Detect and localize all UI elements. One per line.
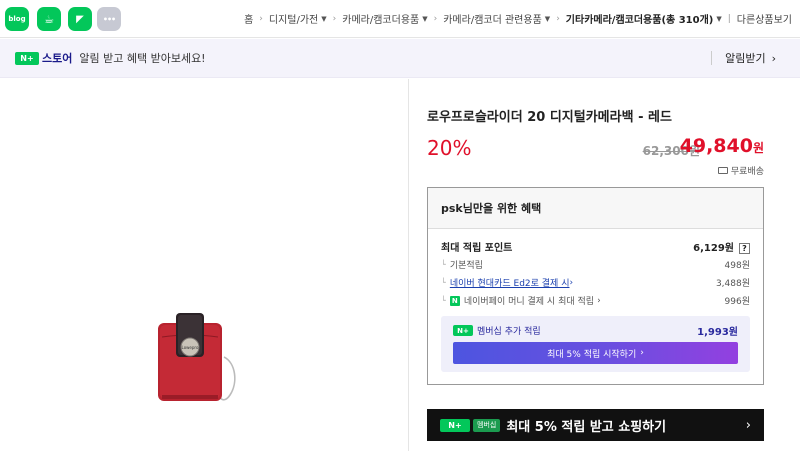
divider	[711, 51, 712, 65]
chevron-right-icon: ›	[597, 295, 601, 306]
caret-down-icon: ▼	[716, 14, 722, 23]
chevron-right-icon: ›	[569, 277, 574, 288]
more-share-icon[interactable]: •••	[97, 7, 121, 31]
breadcrumb-camera-accessories[interactable]: 카메라/캠코더 관련용품 ▼	[443, 11, 551, 27]
user-name: psk	[441, 201, 463, 215]
card-benefit-link[interactable]: 네이버 현대카드 Ed2로 결제 시	[450, 276, 570, 289]
chevron-right-icon: ›	[640, 348, 644, 358]
breadcrumb-camera[interactable]: 카메라/캠코더용품 ▼	[342, 11, 428, 27]
chevron-right-icon: ›	[745, 417, 751, 433]
discount-rate: 20%	[427, 136, 472, 160]
naver-plus-icon: N+	[440, 418, 470, 432]
breadcrumb: 홈 › 디지털/가전 ▼ › 카메라/캠코더용품 ▼ › 카메라/캠코더 관련용품 ▼…	[244, 0, 792, 37]
product-image-area[interactable]: Lowepro	[0, 79, 409, 451]
help-icon[interactable]: ?	[739, 243, 750, 254]
sale-price-unit: 원	[752, 141, 764, 155]
caret-down-icon: ▼	[544, 14, 551, 23]
breadcrumb-separator: ›	[556, 13, 560, 24]
membership-badge: 멤버십	[473, 418, 501, 432]
points-row-value: 3,488원	[715, 279, 750, 289]
cafe-share-icon[interactable]: ☕	[37, 7, 61, 31]
breadcrumb-label: 홈	[244, 15, 254, 26]
naver-plus-icon: N+	[453, 325, 473, 336]
talk-share-label: ◤	[76, 13, 84, 25]
membership-row: N+ 멤버십 추가 적립 1,993원	[453, 323, 738, 338]
membership-start-button[interactable]: 최대 5% 적립 시작하기 ›	[453, 342, 738, 364]
caret-down-icon: ▼	[321, 14, 327, 23]
product-title: 로우프로슬라이더 20 디지털카메라백 - 레드	[427, 110, 672, 125]
membership-button-label: 최대 5% 적립 시작하기	[547, 349, 637, 360]
naver-pay-icon: N	[449, 295, 460, 306]
max-points-label: 최대 적립 포인트	[441, 243, 513, 254]
breadcrumb-divider: |	[727, 13, 731, 24]
points-row: └ 기본적립 498원	[441, 258, 750, 271]
membership-box: N+ 멤버십 추가 적립 1,993원 최대 5% 적립 시작하기 ›	[441, 316, 750, 372]
breadcrumb-digital[interactable]: 디지털/가전 ▼	[268, 11, 327, 27]
naver-plus-icon: N+	[15, 51, 39, 65]
membership-label-wrap: N+ 멤버십 추가 적립	[453, 324, 541, 337]
breadcrumb-current[interactable]: 기타카메라/캠코더용품(총 310개) ▼	[565, 11, 722, 27]
chevron-right-icon: ›	[771, 51, 776, 65]
sub-item-icon: └	[441, 296, 446, 305]
blog-share-icon[interactable]: blog	[5, 7, 29, 31]
max-points-row: 최대 적립 포인트 6,129원?	[441, 239, 750, 254]
sub-item-icon: └	[441, 278, 446, 287]
points-row-value: 498원	[724, 261, 750, 271]
max-points-value-wrap: 6,129원?	[693, 239, 750, 254]
benefit-header: psk 님만을 위한 혜택	[428, 188, 763, 229]
breadcrumb-separator: ›	[433, 13, 438, 24]
store-name: 스토어	[42, 52, 73, 65]
promo-text: 최대 5% 적립 받고 쇼핑하기	[506, 419, 667, 435]
talk-share-icon[interactable]: ◤	[68, 7, 92, 31]
breadcrumb-home[interactable]: 홈	[244, 11, 253, 26]
more-share-label: •••	[102, 14, 116, 24]
breadcrumb-separator: ›	[332, 13, 337, 24]
blog-share-label: blog	[8, 15, 26, 23]
breadcrumb-label: 다른상품보기	[736, 15, 792, 26]
product-image[interactable]: Lowepro	[156, 313, 238, 405]
alarm-label: 알림받기	[725, 52, 766, 65]
breadcrumb-label: 디지털/가전	[268, 15, 319, 26]
points-row-label: └ N 네이버페이 머니 결제 시 최대 적립 ›	[441, 294, 601, 307]
points-row-label: └ 기본적립	[441, 258, 483, 271]
cafe-share-label: ☕	[44, 12, 54, 26]
breadcrumb-label: 카메라/캠코더용품	[342, 15, 420, 26]
breadcrumb-separator: ›	[259, 13, 263, 24]
points-row: └ N 네이버페이 머니 결제 시 최대 적립 › 996원	[441, 294, 750, 307]
shipping-info: 무료배송	[717, 164, 764, 177]
points-row-text: 네이버페이 머니 결제 시 최대 적립	[463, 297, 595, 307]
sale-price-value: 49,840	[679, 135, 753, 157]
product-logo-text: Lowepro	[182, 345, 199, 350]
membership-promo-banner[interactable]: N+ 멤버십 최대 5% 적립 받고 쇼핑하기 ›	[427, 409, 764, 441]
breadcrumb-label: 기타카메라/캠코더용품(총 310개)	[565, 15, 714, 26]
benefit-box: psk 님만을 위한 혜택 최대 적립 포인트 6,129원? └ 기본적립 498…	[427, 187, 764, 385]
alarm-subscribe-button[interactable]: 알림받기 ›	[725, 50, 776, 66]
points-row-value: 996원	[724, 297, 750, 307]
membership-value: 1,993원	[697, 327, 738, 338]
other-products-link[interactable]: 다른상품보기	[737, 11, 792, 26]
points-row: └ 네이버 현대카드 Ed2로 결제 시 › 3,488원	[441, 276, 750, 290]
top-bar: blog ☕ ◤ ••• 홈 › 디지털/가전 ▼ › 카메라/캠코더용품 ▼ › …	[0, 0, 800, 38]
benefit-header-text: 님만을 위한 혜택	[462, 202, 542, 215]
points-row-label: └ 네이버 현대카드 Ed2로 결제 시 ›	[441, 276, 574, 290]
notice-text: 알림 받고 혜택 받아보세요!	[79, 52, 206, 65]
breadcrumb-label: 카메라/캠코더 관련용품	[443, 15, 542, 26]
sale-price: 49,840원	[680, 135, 764, 157]
store-notice-bar: N+ 스토어 알림 받고 혜택 받아보세요! 알림받기 ›	[0, 39, 800, 78]
shipping-label: 무료배송	[730, 167, 764, 177]
truck-icon	[717, 167, 728, 174]
membership-label: 멤버십 추가 적립	[477, 327, 541, 337]
points-row-text: 기본적립	[449, 261, 483, 271]
max-points-value: 6,129원	[693, 243, 734, 254]
caret-down-icon: ▼	[422, 14, 428, 23]
sub-item-icon: └	[441, 260, 446, 269]
